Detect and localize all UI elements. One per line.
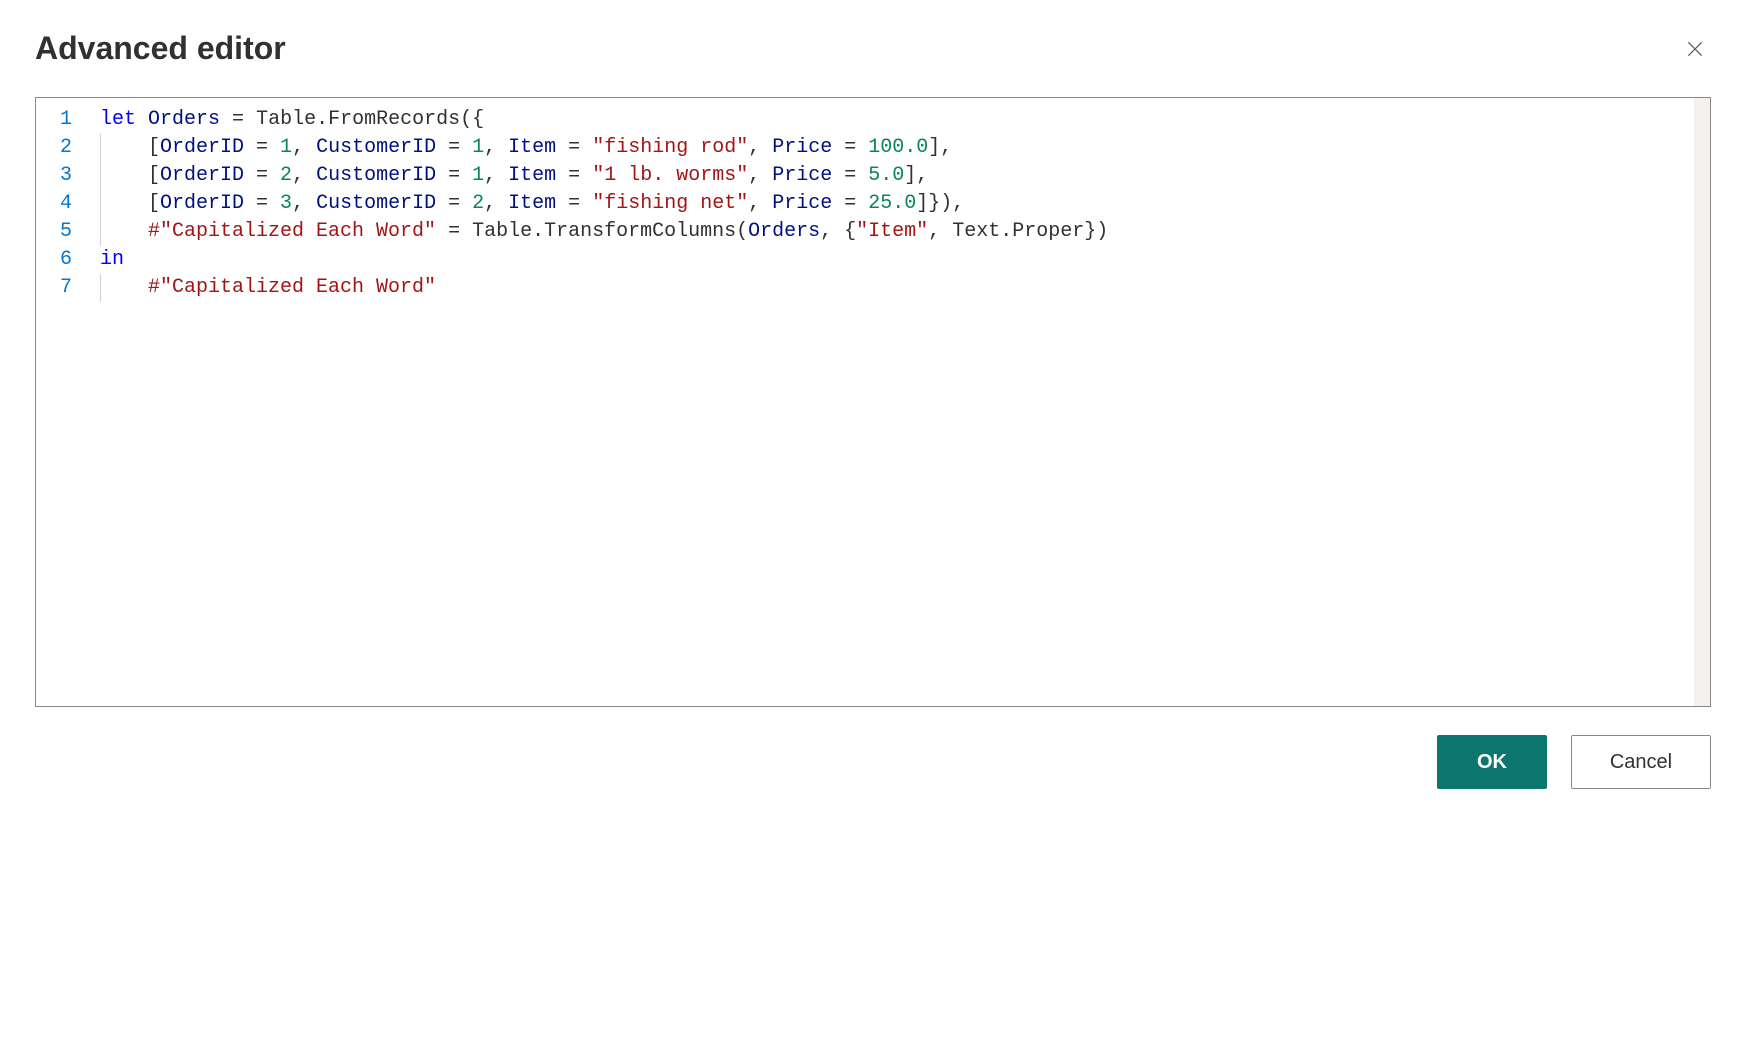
token-punct: , <box>292 136 316 159</box>
token-punct: ], <box>928 136 952 159</box>
line-number: 5 <box>36 218 86 246</box>
token-punct: , <box>484 192 508 215</box>
ok-button[interactable]: OK <box>1437 735 1547 789</box>
token-punct: , <box>748 164 772 187</box>
line-number-gutter: 1234567 <box>36 98 86 706</box>
token-ident: CustomerID <box>316 136 436 159</box>
dialog-title: Advanced editor <box>35 30 286 67</box>
code-line[interactable]: [OrderID = 3, CustomerID = 2, Item = "fi… <box>100 190 1710 218</box>
token-num: 3 <box>280 192 292 215</box>
token-punct: = <box>436 136 472 159</box>
token-punct: = <box>556 136 592 159</box>
token-func: Table.TransformColumns <box>472 220 736 243</box>
token-punct: ({ <box>460 108 484 131</box>
line-number: 4 <box>36 190 86 218</box>
code-line[interactable]: in <box>100 246 1710 274</box>
token-ident: Orders <box>148 108 220 131</box>
token-ident: CustomerID <box>316 164 436 187</box>
token-num: 25.0 <box>868 192 916 215</box>
token-kw: let <box>100 108 136 131</box>
token-punct: , <box>748 136 772 159</box>
line-number: 2 <box>36 134 86 162</box>
token-punct: = <box>220 108 256 131</box>
token-punct: ], <box>904 164 928 187</box>
token-num: 1 <box>472 136 484 159</box>
token-num: 5.0 <box>868 164 904 187</box>
token-ident: Price <box>772 192 832 215</box>
line-number: 7 <box>36 274 86 302</box>
token-punct: , <box>928 220 952 243</box>
token-punct: [ <box>100 136 160 159</box>
token-ident: Price <box>772 136 832 159</box>
token-ident: Price <box>772 164 832 187</box>
token-punct: , <box>292 164 316 187</box>
token-punct: , <box>484 164 508 187</box>
line-number: 1 <box>36 106 86 134</box>
token-num: 100.0 <box>868 136 928 159</box>
token-punct: = <box>244 192 280 215</box>
token-str: "Item" <box>856 220 928 243</box>
token-ident: Item <box>508 164 556 187</box>
line-number: 6 <box>36 246 86 274</box>
token-ident: Item <box>508 136 556 159</box>
token-punct: = <box>832 136 868 159</box>
token-punct: [ <box>100 192 160 215</box>
token-num: 2 <box>472 192 484 215</box>
token-punct: , <box>292 192 316 215</box>
token-punct: = <box>832 164 868 187</box>
cancel-button[interactable]: Cancel <box>1571 735 1711 789</box>
code-line[interactable]: #"Capitalized Each Word" <box>100 274 1710 302</box>
code-line[interactable]: let Orders = Table.FromRecords({ <box>100 106 1710 134</box>
close-icon <box>1685 39 1705 59</box>
dialog-header: Advanced editor <box>35 30 1711 67</box>
code-line[interactable]: #"Capitalized Each Word" = Table.Transfo… <box>100 218 1710 246</box>
close-button[interactable] <box>1679 33 1711 65</box>
token-hashstr: #"Capitalized Each Word" <box>148 220 436 243</box>
token-ident: OrderID <box>160 192 244 215</box>
token-punct: = <box>436 220 472 243</box>
token-punct: , <box>748 192 772 215</box>
code-line[interactable]: [OrderID = 2, CustomerID = 1, Item = "1 … <box>100 162 1710 190</box>
token-ident: CustomerID <box>316 192 436 215</box>
token-punct: [ <box>100 164 160 187</box>
token-hashstr: #"Capitalized Each Word" <box>148 276 436 299</box>
token-punct <box>136 108 148 131</box>
token-func: Table.FromRecords <box>256 108 460 131</box>
token-punct: = <box>832 192 868 215</box>
code-editor[interactable]: 1234567 let Orders = Table.FromRecords({… <box>35 97 1711 707</box>
code-area[interactable]: let Orders = Table.FromRecords({ [OrderI… <box>86 98 1710 706</box>
token-num: 1 <box>472 164 484 187</box>
token-str: "1 lb. worms" <box>592 164 748 187</box>
token-kw: in <box>100 248 124 271</box>
token-punct: = <box>556 164 592 187</box>
token-punct: = <box>244 136 280 159</box>
token-punct: , { <box>820 220 856 243</box>
token-punct: = <box>556 192 592 215</box>
token-punct: = <box>436 164 472 187</box>
token-ident: OrderID <box>160 136 244 159</box>
token-func: Text.Proper <box>952 220 1084 243</box>
token-num: 2 <box>280 164 292 187</box>
token-punct: }) <box>1084 220 1108 243</box>
token-str: "fishing rod" <box>592 136 748 159</box>
token-str: "fishing net" <box>592 192 748 215</box>
token-punct: ( <box>736 220 748 243</box>
dialog-footer: OK Cancel <box>35 735 1711 789</box>
token-punct: = <box>436 192 472 215</box>
token-punct: = <box>244 164 280 187</box>
token-ident: OrderID <box>160 164 244 187</box>
token-num: 1 <box>280 136 292 159</box>
scrollbar-vertical[interactable] <box>1694 98 1710 706</box>
token-ident: Orders <box>748 220 820 243</box>
token-punct <box>100 276 148 299</box>
token-ident: Item <box>508 192 556 215</box>
code-line[interactable]: [OrderID = 1, CustomerID = 1, Item = "fi… <box>100 134 1710 162</box>
token-punct: ]}), <box>916 192 964 215</box>
line-number: 3 <box>36 162 86 190</box>
token-punct <box>100 220 148 243</box>
token-punct: , <box>484 136 508 159</box>
